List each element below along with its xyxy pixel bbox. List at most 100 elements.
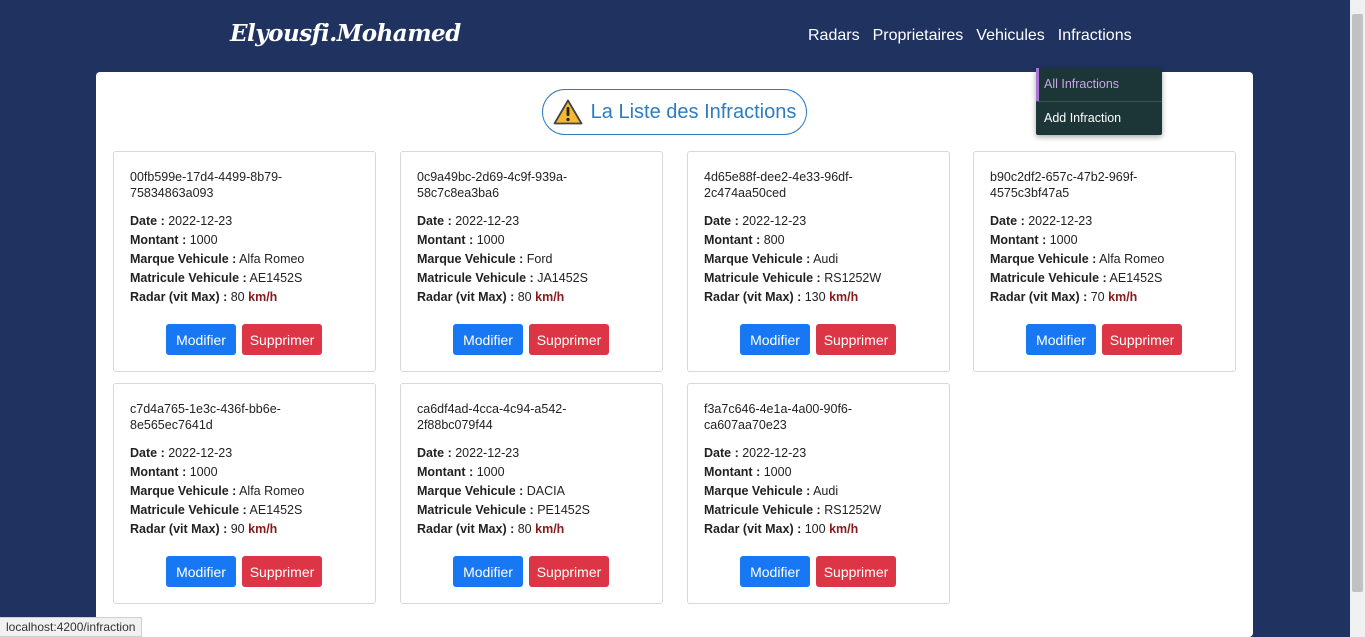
marque-row: Marque Vehicule : Alfa Romeo: [990, 250, 1164, 269]
date-label: Date :: [417, 214, 452, 228]
infraction-id: ca6df4ad-4cca-4c94-a542-2f88bc079f44: [417, 402, 567, 432]
radar-label: Radar (vit Max) :: [990, 290, 1088, 304]
marque-row: Marque Vehicule : DACIA: [417, 482, 590, 501]
warning-icon: [553, 99, 583, 125]
matricule-label: Matricule Vehicule :: [130, 271, 247, 285]
date-label: Date :: [990, 214, 1025, 228]
marque-row: Marque Vehicule : Alfa Romeo: [130, 250, 304, 269]
montant-row: Montant : 1000: [417, 231, 588, 250]
modifier-button[interactable]: Modifier: [453, 556, 523, 587]
marque-label: Marque Vehicule :: [130, 252, 237, 266]
radar-value: 80: [517, 290, 532, 304]
radar-value: 80: [517, 522, 532, 536]
infraction-details: Date : 2022-12-23 Montant : 1000 Marque Ve…: [704, 444, 881, 539]
radar-value: 100: [804, 522, 826, 536]
vertical-scrollbar[interactable]: [1350, 0, 1365, 637]
radar-row: Radar (vit Max) : 100 km/h: [704, 520, 881, 539]
supprimer-button[interactable]: Supprimer: [816, 556, 896, 587]
radar-row: Radar (vit Max) : 80 km/h: [417, 520, 590, 539]
date-label: Date :: [130, 214, 165, 228]
infraction-card: 0c9a49bc-2d69-4c9f-939a-58c7c8ea3ba6 Date…: [400, 151, 663, 372]
infraction-details: Date : 2022-12-23 Montant : 1000 Marque Ve…: [130, 212, 304, 307]
supprimer-button[interactable]: Supprimer: [242, 556, 322, 587]
modifier-button[interactable]: Modifier: [740, 556, 810, 587]
dropdown-add-infraction[interactable]: Add Infraction: [1036, 102, 1162, 135]
nav-proprietaires[interactable]: Proprietaires: [873, 27, 964, 45]
marque-value: Alfa Romeo: [239, 484, 305, 498]
radar-label: Radar (vit Max) :: [417, 290, 515, 304]
matricule-row: Matricule Vehicule : JA1452S: [417, 269, 588, 288]
radar-row: Radar (vit Max) : 90 km/h: [130, 520, 304, 539]
montant-label: Montant :: [990, 233, 1047, 247]
montant-value: 1000: [476, 233, 505, 247]
infraction-details: Date : 2022-12-23 Montant : 1000 Marque Ve…: [130, 444, 304, 539]
supprimer-button[interactable]: Supprimer: [529, 556, 609, 587]
radar-value: 70: [1090, 290, 1105, 304]
nav-vehicules[interactable]: Vehicules: [976, 27, 1045, 45]
supprimer-button[interactable]: Supprimer: [242, 324, 322, 355]
infraction-id: 4d65e88f-dee2-4e33-96df-2c474aa50ced: [704, 170, 853, 200]
content-panel: La Liste des Infractions 00fb599e-17d4-4…: [96, 72, 1253, 637]
radar-label: Radar (vit Max) :: [704, 290, 802, 304]
nav-infractions[interactable]: Infractions: [1058, 27, 1132, 45]
date-row: Date : 2022-12-23: [417, 444, 590, 463]
infraction-card: ca6df4ad-4cca-4c94-a542-2f88bc079f44 Date…: [400, 383, 663, 604]
modifier-button[interactable]: Modifier: [1026, 324, 1096, 355]
main-nav: Radars Proprietaires Vehicules Infractio…: [808, 27, 1145, 45]
infraction-id: 0c9a49bc-2d69-4c9f-939a-58c7c8ea3ba6: [417, 170, 568, 200]
supprimer-button[interactable]: Supprimer: [816, 324, 896, 355]
matricule-row: Matricule Vehicule : AE1452S: [130, 269, 304, 288]
dropdown-all-infractions[interactable]: All Infractions: [1036, 68, 1162, 101]
date-value: 2022-12-23: [742, 446, 807, 460]
radar-row: Radar (vit Max) : 80 km/h: [417, 288, 588, 307]
marque-value: Ford: [526, 252, 553, 266]
speed-unit: km/h: [248, 522, 278, 536]
modifier-button[interactable]: Modifier: [453, 324, 523, 355]
date-label: Date :: [704, 446, 739, 460]
matricule-value: AE1452S: [249, 503, 303, 517]
matricule-value: AE1452S: [249, 271, 303, 285]
modifier-button[interactable]: Modifier: [740, 324, 810, 355]
infraction-card: c7d4a765-1e3c-436f-bb6e-8e565ec7641d Date…: [113, 383, 376, 604]
date-label: Date :: [704, 214, 739, 228]
date-row: Date : 2022-12-23: [130, 444, 304, 463]
infraction-details: Date : 2022-12-23 Montant : 1000 Marque Ve…: [990, 212, 1164, 307]
montant-row: Montant : 1000: [130, 231, 304, 250]
date-row: Date : 2022-12-23: [130, 212, 304, 231]
supprimer-button[interactable]: Supprimer: [1102, 324, 1182, 355]
matricule-label: Matricule Vehicule :: [704, 271, 821, 285]
marque-label: Marque Vehicule :: [990, 252, 1097, 266]
matricule-label: Matricule Vehicule :: [990, 271, 1107, 285]
radar-label: Radar (vit Max) :: [704, 522, 802, 536]
brand-logo[interactable]: Elyousfi.Mohamed: [230, 20, 461, 47]
marque-label: Marque Vehicule :: [417, 252, 524, 266]
speed-unit: km/h: [535, 290, 565, 304]
infraction-card: 4d65e88f-dee2-4e33-96df-2c474aa50ced Date…: [687, 151, 950, 372]
infraction-id: f3a7c646-4e1a-4a00-90f6-ca607aa70e23: [704, 402, 853, 432]
marque-label: Marque Vehicule :: [704, 252, 811, 266]
modifier-button[interactable]: Modifier: [166, 556, 236, 587]
nav-radars[interactable]: Radars: [808, 27, 860, 45]
speed-unit: km/h: [829, 522, 859, 536]
infraction-id: 00fb599e-17d4-4499-8b79-75834863a093: [130, 170, 283, 200]
radar-value: 90: [230, 522, 245, 536]
radar-value: 130: [804, 290, 826, 304]
matricule-label: Matricule Vehicule :: [130, 503, 247, 517]
supprimer-button[interactable]: Supprimer: [529, 324, 609, 355]
infraction-id: c7d4a765-1e3c-436f-bb6e-8e565ec7641d: [130, 402, 281, 432]
infraction-card: f3a7c646-4e1a-4a00-90f6-ca607aa70e23 Date…: [687, 383, 950, 604]
date-row: Date : 2022-12-23: [990, 212, 1164, 231]
infraction-id: b90c2df2-657c-47b2-969f-4575c3bf47a5: [990, 170, 1138, 200]
matricule-value: RS1252W: [824, 503, 882, 517]
modifier-button[interactable]: Modifier: [166, 324, 236, 355]
marque-value: Audi: [813, 484, 839, 498]
matricule-row: Matricule Vehicule : AE1452S: [130, 501, 304, 520]
date-value: 2022-12-23: [742, 214, 807, 228]
page-title: La Liste des Infractions: [590, 100, 797, 123]
radar-label: Radar (vit Max) :: [417, 522, 515, 536]
scrollbar-thumb[interactable]: [1352, 14, 1363, 592]
montant-value: 1000: [476, 465, 505, 479]
marque-value: Audi: [813, 252, 839, 266]
infraction-card: b90c2df2-657c-47b2-969f-4575c3bf47a5 Date…: [973, 151, 1236, 372]
matricule-value: AE1452S: [1109, 271, 1163, 285]
